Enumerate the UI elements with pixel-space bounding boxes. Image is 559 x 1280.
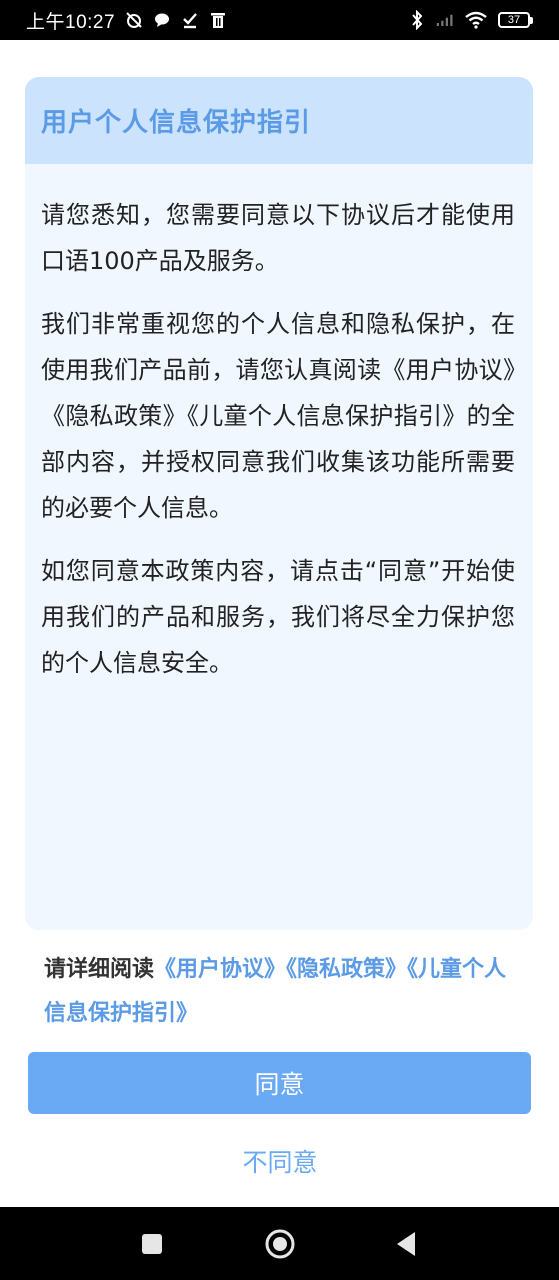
read-notice-prefix: 请详细阅读 <box>44 957 155 982</box>
agree-button[interactable]: 同意 <box>28 1052 531 1114</box>
recent-apps-icon[interactable] <box>141 1233 163 1255</box>
disagree-button[interactable]: 不同意 <box>180 1138 380 1184</box>
dialog-header: 用户个人信息保护指引 <box>25 77 533 164</box>
status-time: 上午10:27 <box>26 11 116 33</box>
privacy-dialog: 用户个人信息保护指引 请您悉知，您需要同意以下协议后才能使用口语100产品及服务… <box>25 77 533 930</box>
battery-level: 37 <box>498 12 530 28</box>
home-icon[interactable] <box>264 1228 296 1260</box>
privacy-policy-link[interactable]: 《隐私政策》 <box>286 957 407 982</box>
alarm-off-icon <box>125 11 143 29</box>
dialog-paragraph: 请您悉知，您需要同意以下协议后才能使用口语100产品及服务。 <box>41 201 515 275</box>
battery-cap <box>530 16 533 24</box>
read-notice: 请详细阅读《用户协议》《隐私政策》《儿童个人信息保护指引》 <box>44 948 514 1036</box>
status-right: 37 <box>408 10 533 30</box>
download-done-icon <box>181 11 199 29</box>
user-agreement-link[interactable]: 《用户协议》 <box>154 957 286 982</box>
back-icon[interactable] <box>395 1231 417 1257</box>
status-bar: 上午10:27 37 <box>0 0 559 40</box>
bluetooth-icon <box>408 10 426 30</box>
trash-icon <box>209 11 227 29</box>
signal-icon <box>436 11 454 29</box>
navigation-bar <box>0 1207 559 1280</box>
status-left: 上午10:27 <box>26 7 227 34</box>
dialog-body: 请您悉知，您需要同意以下协议后才能使用口语100产品及服务。 我们非常重视您的个… <box>25 164 533 686</box>
dialog-title: 用户个人信息保护指引 <box>41 108 312 138</box>
battery-icon: 37 <box>498 12 533 28</box>
dialog-paragraph: 我们非常重视您的个人信息和隐私保护，在使用我们产品前，请您认真阅读《用户协议》《… <box>41 310 515 522</box>
dialog-paragraph: 如您同意本政策内容，请点击“同意”开始使用我们的产品和服务，我们将尽全力保护您的… <box>41 557 515 677</box>
chat-bubble-icon <box>153 11 171 29</box>
wifi-icon <box>464 11 488 29</box>
